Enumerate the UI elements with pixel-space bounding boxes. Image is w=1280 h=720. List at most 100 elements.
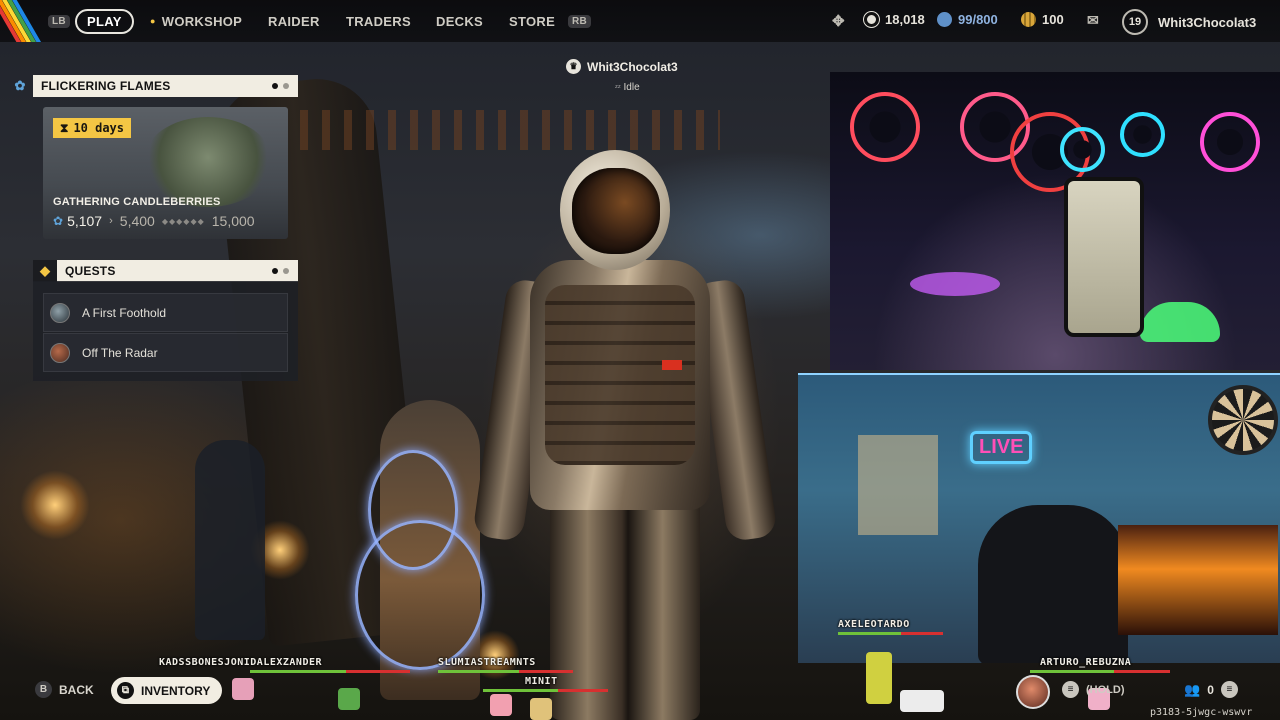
coins-icon bbox=[1021, 12, 1036, 27]
pixel-avatar-sprite bbox=[338, 688, 360, 710]
player-status-text: Idle bbox=[623, 82, 640, 93]
nav-label: WORKSHOP bbox=[161, 13, 243, 29]
nav-tab-workshop[interactable]: ● WORKSHOP bbox=[150, 8, 242, 34]
health-bar bbox=[438, 670, 573, 673]
back-label: BACK bbox=[59, 682, 94, 697]
crown-icon: ♛ bbox=[566, 59, 581, 74]
webcam-overlay-pc-setup bbox=[830, 72, 1280, 370]
page-dots bbox=[272, 83, 298, 89]
party-count: 0 bbox=[1207, 682, 1214, 697]
helmet-visor bbox=[572, 168, 660, 254]
username: Whit3Chocolat3 bbox=[1158, 14, 1257, 30]
options-button-icon: ≡ bbox=[1220, 681, 1238, 698]
inventory-button[interactable]: ⧉ INVENTORY bbox=[111, 677, 223, 704]
lb-bumper-icon: LB bbox=[48, 14, 70, 28]
profile-button[interactable]: 19 Whit3Chocolat3 bbox=[1122, 9, 1256, 35]
top-navigation-bar: LB PLAY ● WORKSHOP RAIDER TRADERS DECKS … bbox=[0, 0, 1280, 42]
event-max: 15,000 bbox=[211, 213, 255, 229]
nav-tab-play[interactable]: PLAY bbox=[75, 8, 134, 34]
pixel-avatar-sprite bbox=[232, 678, 254, 700]
event-timer-badge: ⧗ 10 days bbox=[53, 118, 132, 138]
quests-panel-header[interactable]: ◆ QUESTS bbox=[33, 260, 298, 282]
nav-tab-store[interactable]: STORE bbox=[509, 8, 555, 34]
rgb-device bbox=[1140, 302, 1220, 342]
chat-name: AXELEOTARDO bbox=[838, 619, 910, 630]
poster bbox=[858, 435, 938, 535]
token-icon bbox=[864, 12, 879, 27]
raider-tokens-value: 18,018 bbox=[885, 12, 925, 27]
hourglass-icon: ⧗ bbox=[60, 120, 69, 135]
event-panel-header[interactable]: ✿ FLICKERING FLAMES bbox=[15, 75, 298, 97]
player-nameplate: ♛ Whit3Chocolat3 bbox=[566, 59, 678, 74]
chat-name: ARTURO_REBUZNA bbox=[1040, 657, 1132, 668]
rgb-fan bbox=[1200, 112, 1260, 172]
nav-rb[interactable]: RB bbox=[568, 8, 592, 34]
gear-event-icon: ✿ bbox=[14, 78, 26, 93]
rgb-shelf bbox=[1118, 525, 1278, 635]
chevron-right-icon: › bbox=[109, 215, 113, 227]
event-progress: ✿ 5,107 › 5,400 ◆◆◆◆◆◆ 15,000 bbox=[53, 213, 255, 229]
nav-tab-raider[interactable]: RAIDER bbox=[268, 8, 320, 34]
menu-button-icon: ≡ bbox=[1062, 681, 1079, 698]
sleep-icon: ᶻᶻ bbox=[615, 83, 621, 92]
nav-label: PLAY bbox=[75, 8, 134, 34]
cred-counter: 99/800 bbox=[937, 12, 998, 27]
cred-value: 99/800 bbox=[958, 12, 998, 27]
chat-hold-label: (HOLD) bbox=[1086, 683, 1125, 696]
progress-pips: ◆◆◆◆◆◆ bbox=[161, 216, 205, 226]
event-timer: 10 days bbox=[73, 121, 125, 135]
quests-panel: A First Foothold Off The Radar bbox=[33, 281, 298, 381]
quests-icon: ◆ bbox=[33, 260, 57, 282]
health-bar bbox=[838, 632, 943, 635]
level-badge: 19 bbox=[1122, 9, 1148, 35]
nav-lb[interactable]: LB bbox=[48, 8, 70, 34]
health-bar bbox=[250, 670, 410, 673]
event-name: GATHERING CANDLEBERRIES bbox=[53, 196, 221, 208]
quest-giver-avatar bbox=[50, 302, 70, 323]
chat-button[interactable]: ≡ (HOLD) bbox=[1062, 681, 1125, 698]
quest-giver-avatar bbox=[50, 342, 70, 363]
brand-stripes bbox=[0, 0, 44, 42]
session-id: p3183-5jwgc-wswvr bbox=[1150, 707, 1253, 718]
nav-tab-decks[interactable]: DECKS bbox=[436, 8, 483, 34]
event-current: 5,107 bbox=[67, 213, 103, 229]
rgb-fan bbox=[850, 92, 920, 162]
avatar bbox=[1016, 675, 1050, 709]
nav-label: TRADERS bbox=[346, 13, 411, 29]
lantern-glow bbox=[20, 470, 90, 540]
alert-dot-icon: ● bbox=[150, 16, 156, 26]
event-next: 5,400 bbox=[119, 213, 155, 229]
health-bar bbox=[1030, 670, 1170, 673]
neon-light-ring bbox=[355, 520, 485, 670]
character-tag bbox=[662, 360, 682, 370]
quest-title: A First Foothold bbox=[82, 305, 167, 320]
character-vest bbox=[545, 285, 695, 465]
chat-name: MINIT bbox=[525, 676, 558, 687]
raider-character bbox=[472, 150, 778, 720]
event-points-icon: ✿ bbox=[53, 214, 64, 228]
nav-label: RAIDER bbox=[268, 13, 320, 29]
inventory-label: INVENTORY bbox=[141, 683, 211, 698]
controller-icon[interactable]: ✥ bbox=[832, 12, 845, 30]
character-legs bbox=[550, 500, 700, 720]
quest-title: Off The Radar bbox=[82, 345, 158, 360]
rgb-mouse bbox=[910, 272, 1000, 296]
pixel-avatar-sprite bbox=[490, 694, 512, 716]
coin-counter: 100 bbox=[1021, 12, 1064, 27]
chat-name: KADSSBONESJONIDALEXZANDER bbox=[159, 657, 323, 668]
party-icon: 👥 bbox=[1184, 681, 1201, 697]
b-button-icon: B bbox=[35, 681, 52, 698]
player-status: ᶻᶻ Idle bbox=[615, 82, 640, 93]
cred-icon bbox=[937, 12, 952, 27]
quest-item[interactable]: Off The Radar bbox=[43, 333, 288, 372]
back-button[interactable]: B BACK bbox=[35, 681, 94, 698]
party-button[interactable]: 👥 0 ≡ bbox=[1184, 681, 1238, 698]
chat-name: SLUMIASTREAMNTS bbox=[438, 657, 536, 668]
pixel-avatar-sprite bbox=[900, 690, 944, 712]
party-leader-avatar[interactable] bbox=[1016, 675, 1050, 709]
nav-tab-traders[interactable]: TRADERS bbox=[346, 8, 411, 34]
mail-icon[interactable]: ✉ bbox=[1087, 12, 1099, 29]
quest-item[interactable]: A First Foothold bbox=[43, 293, 288, 332]
nav-label: DECKS bbox=[436, 13, 484, 29]
live-neon-sign: LIVE bbox=[970, 431, 1033, 464]
